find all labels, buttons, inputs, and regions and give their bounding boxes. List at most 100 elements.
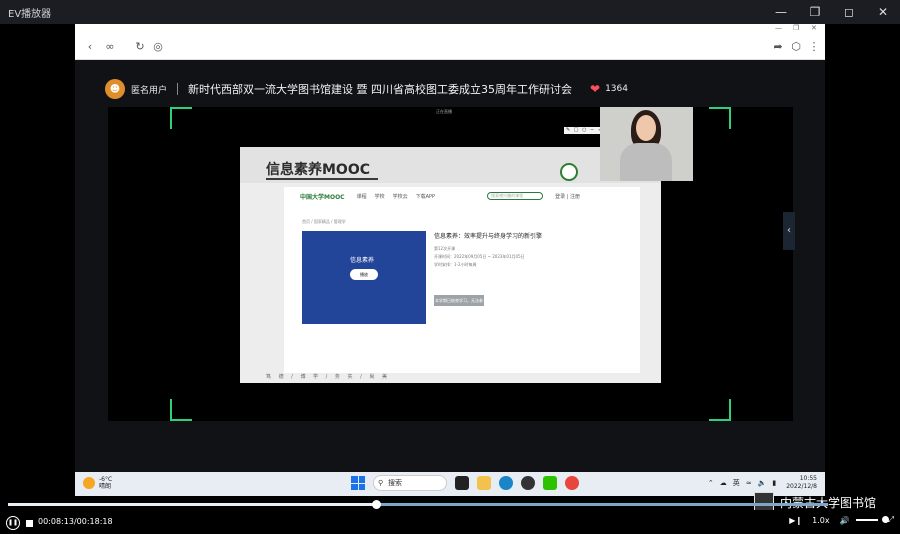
next-button[interactable]: ▶❙ xyxy=(789,516,802,525)
more-icon[interactable]: ⋮ xyxy=(807,40,821,54)
app-icon[interactable] xyxy=(521,476,535,490)
player-right-controls: ▶❙ 1.0x 🔊 ⤢ xyxy=(779,515,894,525)
wifi-icon[interactable]: ≈ xyxy=(746,479,752,487)
chrome-icon[interactable] xyxy=(565,476,579,490)
search-icon: ⚲ xyxy=(378,479,384,487)
clock-date: 2022/12/8 xyxy=(786,483,817,490)
user-name: 匿名用户 xyxy=(131,85,168,96)
elapsed-time: 00:08:13 xyxy=(38,517,74,526)
course-title: 信息素养：效率提升与终身学习的新引擎 xyxy=(434,233,543,240)
task-view-icon[interactable] xyxy=(455,476,469,490)
university-logo-icon xyxy=(560,163,578,181)
course-meta-line: 学时安排：1-2小时每周 xyxy=(434,262,477,267)
frame-corner-bottom-left xyxy=(170,399,192,421)
link-icon[interactable]: ∞ xyxy=(103,40,117,54)
weather-widget[interactable]: -6°C 晴朗 xyxy=(83,476,112,490)
library-logo-icon xyxy=(754,492,774,512)
course-meta-line: 开课时间：2022年09月05日 ~ 2023年01月05日 xyxy=(434,254,525,259)
file-explorer-icon[interactable] xyxy=(477,476,491,490)
os-taskbar: -6°C 晴朗 ⚲ 搜索 ⌃ ☁ 英 ≈ 🔈 ▮ 10:55 2022/12/8 xyxy=(75,472,825,496)
taskbar-apps: ⚲ 搜索 xyxy=(351,475,579,491)
temperature: -6°C xyxy=(99,476,113,483)
live-page: ☻ 匿名用户 新时代西部双一流大学图书馆建设 暨 四川省高校图工委成立35周年工… xyxy=(75,60,825,474)
course-meta-line: 第12次开课 xyxy=(434,246,456,251)
mooc-nav-item: 下载APP xyxy=(415,193,436,200)
course-play-button: 播放 xyxy=(350,269,378,280)
mooc-search: 搜索感兴趣的课程 xyxy=(487,192,544,200)
back-icon[interactable]: ‹ xyxy=(83,40,97,54)
heart-icon: ❤ xyxy=(590,82,601,96)
mooc-nav-item: 学校 xyxy=(374,193,385,200)
mooc-nav: 中国大学MOOC 课程 学校 学校云 下载APP 搜索感兴趣的课程 登录 | 注… xyxy=(284,187,640,205)
sun-icon xyxy=(83,477,95,489)
cloud-icon[interactable]: ☁ xyxy=(720,479,727,487)
slide-title: 信息素养MOOC xyxy=(266,162,371,178)
speed-button[interactable]: 1.0x xyxy=(812,516,829,525)
player-controls: ❚❚ 00:08:13/00:18:18 ▶❙ 1.0x 🔊 ⤢ xyxy=(0,510,900,534)
taskbar-search-label: 搜索 xyxy=(388,479,402,487)
slide-header: 信息素养MOOC xyxy=(240,147,661,183)
presenter-camera xyxy=(600,107,693,181)
avatar[interactable]: ☻ xyxy=(105,79,125,99)
taskbar-search[interactable]: ⚲ 搜索 xyxy=(373,475,447,491)
window-controls: — ❐ ◻ ✕ xyxy=(764,0,900,24)
total-time: 00:18:18 xyxy=(76,517,113,526)
frame-corner-top-right xyxy=(709,107,731,129)
browser-toolbar: — ❐ ✕ ‹ ∞ ↻ ◎ ➦ ⬡ ⋮ xyxy=(75,24,825,60)
pause-button[interactable]: ❚❚ xyxy=(6,516,20,530)
time-display: 00:08:13/00:18:18 xyxy=(38,517,113,526)
volume-icon[interactable]: 🔊 xyxy=(840,516,850,525)
system-tray: ⌃ ☁ 英 ≈ 🔈 ▮ 10:55 2022/12/8 xyxy=(702,475,817,491)
progress-bar[interactable] xyxy=(8,500,828,509)
window-titlebar: EV播放器 — ❐ ◻ ✕ xyxy=(0,0,900,24)
mooc-auth: 登录 | 注册 xyxy=(555,193,580,200)
minimize-icon[interactable]: — xyxy=(764,0,798,24)
browser-restore-icon[interactable]: ❐ xyxy=(793,24,799,32)
presentation-slide: 信息素养MOOC 中国大学MOOC 课程 学校 学校云 下载APP 搜索感兴趣的… xyxy=(240,147,661,383)
mooc-nav-item: 课程 xyxy=(356,193,367,200)
live-title: 新时代西部双一流大学图书馆建设 暨 四川省高校图工委成立35周年工作研讨会 xyxy=(188,83,573,96)
windows-start-icon[interactable] xyxy=(351,476,365,490)
video-area[interactable]: 正在直播 ✎ □ ○ − ✓ 信息素养MOOC 中国大学MOOC 课程 学校 学… xyxy=(108,107,793,421)
speaker-icon[interactable]: 🔈 xyxy=(758,479,767,487)
divider xyxy=(177,83,179,95)
mooc-brand: 中国大学MOOC xyxy=(300,193,345,201)
browser-close-icon[interactable]: ✕ xyxy=(811,24,817,32)
like-count: 1364 xyxy=(605,84,628,94)
presenter-body xyxy=(620,143,672,181)
cube-icon[interactable]: ⬡ xyxy=(789,40,803,54)
library-name: 内蒙古大学图书馆 xyxy=(780,495,877,510)
mooc-breadcrumb: 首页 / 国家精品 / 管理学 xyxy=(302,219,346,224)
progress-handle[interactable] xyxy=(372,500,382,509)
stop-button[interactable] xyxy=(26,520,33,527)
course-cover: 信息素养 播放 xyxy=(302,231,426,324)
like-counter[interactable]: ❤ 1364 xyxy=(590,82,628,96)
clock-time: 10:55 xyxy=(799,475,817,482)
share-icon[interactable]: ➦ xyxy=(771,40,785,54)
volume-slider[interactable] xyxy=(855,516,890,523)
frame-corner-top-left xyxy=(170,107,192,129)
side-panel-toggle-icon[interactable]: ‹ xyxy=(783,212,795,250)
browser-minimize-icon[interactable]: — xyxy=(775,24,782,32)
frame-corner-bottom-right xyxy=(709,399,731,421)
input-language[interactable]: 英 xyxy=(733,478,740,488)
live-tag: 正在直播 xyxy=(436,109,452,114)
progress-fill xyxy=(8,503,377,506)
recorded-screen: — ❐ ✕ ‹ ∞ ↻ ◎ ➦ ⬡ ⋮ ☻ 匿名用户 新时代西部双一流大学图书馆… xyxy=(75,24,825,474)
mooc-nav-item: 学校云 xyxy=(392,193,408,200)
globe-icon[interactable]: ◎ xyxy=(151,40,165,54)
wechat-icon[interactable] xyxy=(543,476,557,490)
tray-expand-icon[interactable]: ⌃ xyxy=(708,479,714,487)
restore-icon[interactable]: ❐ xyxy=(798,0,832,24)
clock[interactable]: 10:55 2022/12/8 xyxy=(786,475,817,491)
reload-icon[interactable]: ↻ xyxy=(133,40,147,54)
window-title: EV播放器 xyxy=(8,8,52,20)
course-meta: 第12次开课 开课时间：2022年09月05日 ~ 2023年01月05日 学时… xyxy=(434,245,525,269)
course-cover-name: 信息素养 xyxy=(350,257,375,264)
presenter-face xyxy=(636,115,656,141)
maximize-icon[interactable]: ◻ xyxy=(832,0,866,24)
weather-text: 晴朗 xyxy=(99,483,112,490)
edge-icon[interactable] xyxy=(499,476,513,490)
close-icon[interactable]: ✕ xyxy=(866,0,900,24)
battery-icon[interactable]: ▮ xyxy=(772,479,776,487)
